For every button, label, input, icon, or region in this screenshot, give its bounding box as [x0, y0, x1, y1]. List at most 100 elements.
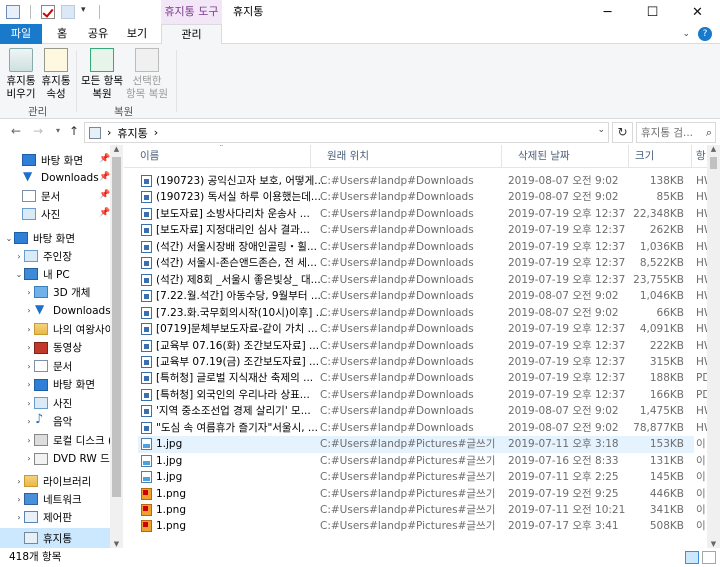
expand-chevron-icon[interactable]: ›	[24, 288, 34, 297]
nav-control-panel[interactable]: › 제어판	[14, 507, 72, 527]
address-bar[interactable]: › 휴지통 › ⌄	[84, 122, 609, 143]
table-row[interactable]: [교육부 07.19(금) 조간보도자료] ... C:#Users#landp#…	[138, 354, 708, 371]
table-row[interactable]: '지역 중소조선업 경제 살리기' 모... C:#Users#landp#Dow…	[138, 403, 708, 420]
collapse-ribbon-icon[interactable]: ⌄	[682, 29, 690, 39]
nav-quick-desktop[interactable]: 바탕 화면	[22, 150, 83, 170]
table-row[interactable]: [0719]문체부보도자료-같이 가치 ... C:#Users#landp#Do…	[138, 321, 708, 338]
table-row[interactable]: [교육부 07.16(화) 조간보도자료] ... C:#Users#landp#…	[138, 338, 708, 355]
nav-quick-documents[interactable]: 문서	[22, 186, 60, 206]
nav-this-pc[interactable]: ⌄ 내 PC	[14, 264, 70, 284]
customize-toolbar-dropdown-icon[interactable]: ▾	[81, 5, 89, 19]
column-header-original-location[interactable]: 원래 위치	[311, 145, 502, 168]
details-view-icon[interactable]	[685, 551, 699, 564]
nav-pc-item[interactable]: › 사진	[24, 393, 72, 413]
breadcrumb-separator[interactable]: ›	[107, 126, 111, 139]
column-header-date-deleted[interactable]: 삭제된 날짜	[502, 145, 629, 168]
scrollbar-thumb[interactable]	[112, 157, 121, 497]
column-header-size[interactable]: 크기	[629, 145, 692, 168]
pin-icon[interactable]: 📌	[99, 172, 110, 182]
close-button[interactable]: ✕	[675, 0, 720, 24]
checkmark-icon[interactable]	[41, 5, 55, 19]
scroll-up-icon[interactable]: ▲	[707, 145, 720, 153]
forward-arrow-icon[interactable]: →	[30, 124, 46, 138]
help-icon[interactable]: ?	[698, 27, 712, 41]
tab-manage[interactable]: 관리	[161, 24, 222, 45]
collapse-chevron-icon[interactable]: ⌄	[14, 270, 24, 279]
table-row[interactable]: 1.png C:#Users#landp#Pictures#글쓰기 2019-07-…	[138, 502, 706, 519]
nav-recycle-bin[interactable]: 휴지통	[0, 528, 110, 548]
back-arrow-icon[interactable]: ←	[8, 124, 24, 138]
tab-share[interactable]: 공유	[82, 24, 114, 44]
expand-chevron-icon[interactable]: ›	[24, 362, 34, 371]
table-row[interactable]: [7.23.화.국무회의시작(10시)이후] ... C:#Users#landp…	[138, 305, 708, 322]
table-row[interactable]: (190723) 공익신고자 보호, 어떻게... C:#Users#landp#…	[138, 173, 708, 190]
table-row[interactable]: [7.22.월.석간] 아동수당, 9월부터 ... C:#Users#landp…	[138, 288, 708, 305]
expand-chevron-icon[interactable]: ›	[24, 454, 34, 463]
maximize-button[interactable]: ☐	[630, 0, 675, 24]
nav-user[interactable]: › 주인장	[14, 246, 72, 266]
nav-network[interactable]: › 네트워크	[14, 489, 82, 509]
expand-chevron-icon[interactable]: ›	[24, 399, 34, 408]
collapse-chevron-icon[interactable]: ⌄	[4, 234, 14, 243]
restore-selected-button[interactable]: 선택한 항목 복원	[124, 48, 170, 101]
recent-locations-icon[interactable]: ▾	[50, 126, 66, 135]
table-row[interactable]: 1.png C:#Users#landp#Pictures#글쓰기 2019-07-…	[138, 518, 706, 535]
nav-pc-item[interactable]: › 문서	[24, 356, 72, 376]
table-row[interactable]: (190723) 독서실 하루 이용했는데... C:#Users#landp#D…	[138, 189, 708, 206]
nav-scrollbar[interactable]: ▲ ▼	[110, 145, 123, 548]
tab-home[interactable]: 홈	[48, 24, 76, 44]
refresh-button[interactable]: ↻	[612, 122, 633, 143]
table-row[interactable]: (석간) 서울시장배 장애인골링・휠... C:#Users#landp#Down…	[138, 239, 708, 256]
pin-icon[interactable]: 📌	[99, 190, 110, 200]
file-list-scrollbar[interactable]: ▲ ▼	[707, 145, 720, 548]
expand-chevron-icon[interactable]: ›	[14, 495, 24, 504]
expand-chevron-icon[interactable]: ›	[14, 477, 24, 486]
table-row[interactable]: [특허청] 글로벌 지식재산 축제의 ... C:#Users#landp#Dow…	[138, 370, 708, 387]
nav-pc-item[interactable]: › 3D 개체	[24, 282, 90, 302]
nav-pc-item[interactable]: › 동영상	[24, 338, 82, 358]
expand-chevron-icon[interactable]: ›	[24, 380, 34, 389]
nav-pc-item[interactable]: › 음악	[24, 412, 72, 432]
scroll-down-icon[interactable]: ▼	[707, 540, 720, 548]
pin-icon[interactable]: 📌	[99, 154, 110, 164]
minimize-button[interactable]: ─	[585, 0, 630, 24]
scrollbar-thumb[interactable]	[710, 157, 717, 169]
column-header-name[interactable]: 이름	[124, 145, 311, 168]
search-input[interactable]: 휴지통 검... ⌕	[636, 122, 716, 143]
table-row[interactable]: [보도자료] 소방사다리차 운송사 ... C:#Users#landp#Down…	[138, 206, 708, 223]
tab-file[interactable]: 파일	[0, 24, 42, 44]
nav-pc-item[interactable]: › 나의 여왕사이...	[24, 319, 123, 339]
empty-recycle-bin-button[interactable]: 휴지통 비우기	[4, 48, 38, 101]
expand-chevron-icon[interactable]: ›	[24, 306, 34, 315]
expand-chevron-icon[interactable]: ›	[24, 417, 34, 426]
recycle-bin-properties-button[interactable]: 휴지통 속성	[40, 48, 72, 101]
breadcrumb[interactable]: 휴지통	[117, 125, 147, 141]
table-row[interactable]: [보도자료] 지정대리인 심사 결과... C:#Users#landp#Down…	[138, 222, 708, 239]
expand-chevron-icon[interactable]: ›	[14, 513, 24, 522]
large-icons-view-icon[interactable]	[702, 551, 716, 564]
nav-quick-pictures[interactable]: 사진	[22, 204, 60, 224]
table-row[interactable]: 1.jpg C:#Users#landp#Pictures#글쓰기 2019-07-…	[138, 453, 706, 470]
expand-chevron-icon[interactable]: ›	[14, 252, 24, 261]
scroll-down-icon[interactable]: ▼	[110, 540, 123, 548]
expand-chevron-icon[interactable]: ›	[24, 436, 34, 445]
address-dropdown-icon[interactable]: ⌄	[597, 125, 605, 135]
nav-pc-item[interactable]: › DVD RW 드라	[24, 449, 119, 469]
tab-view[interactable]: 보기	[120, 24, 154, 44]
table-row[interactable]: 1.jpg C:#Users#landp#Pictures#글쓰기 2019-07-…	[138, 436, 706, 453]
breadcrumb-separator[interactable]: ›	[154, 126, 158, 139]
expand-chevron-icon[interactable]: ›	[24, 325, 34, 334]
nav-quick-downloads[interactable]: Downloads	[22, 168, 99, 188]
up-arrow-icon[interactable]: ↑	[66, 124, 82, 138]
nav-pc-item[interactable]: › 바탕 화면	[24, 375, 95, 395]
restore-all-button[interactable]: 모든 항목 복원	[80, 48, 124, 101]
scroll-up-icon[interactable]: ▲	[110, 145, 123, 153]
table-row[interactable]: (석간) 서울시-존슨앤드존슨, 전 세... C:#Users#landp#Do…	[138, 255, 708, 272]
table-row[interactable]: (석간) 제8회 _서울시 좋은빛상_ 대... C:#Users#landp#D…	[138, 272, 708, 289]
pin-icon[interactable]: 📌	[99, 208, 110, 218]
nav-libraries[interactable]: › 라이브러리	[14, 471, 91, 491]
nav-pc-item[interactable]: › Downloads	[24, 301, 111, 321]
nav-pc-item[interactable]: › 로컬 디스크 (C	[24, 430, 119, 450]
nav-desktop-root[interactable]: ⌄ 바탕 화면	[4, 228, 75, 248]
table-row[interactable]: 1.png C:#Users#landp#Pictures#글쓰기 2019-07-…	[138, 486, 706, 503]
